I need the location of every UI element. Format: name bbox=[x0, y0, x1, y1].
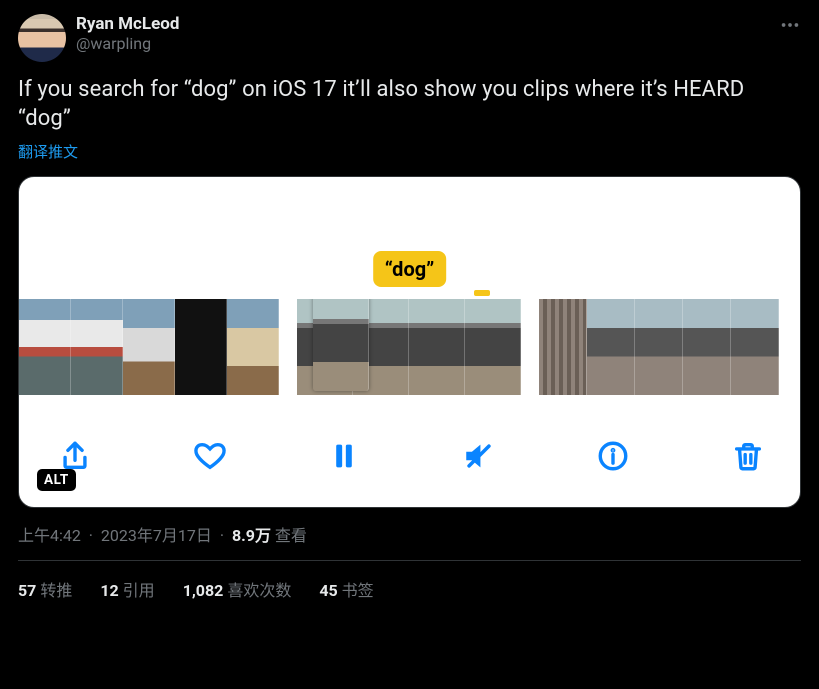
clip-group-3[interactable] bbox=[539, 299, 779, 395]
post-time[interactable]: 上午4:42 bbox=[18, 526, 81, 545]
tweet-header: Ryan McLeod @warpling bbox=[18, 14, 801, 62]
alt-badge[interactable]: ALT bbox=[37, 469, 76, 491]
media-card[interactable]: “dog” bbox=[18, 176, 801, 508]
media-toolbar bbox=[19, 427, 800, 485]
user-block[interactable]: Ryan McLeod @warpling bbox=[76, 14, 801, 53]
post-date[interactable]: 2023年7月17日 bbox=[101, 526, 212, 545]
clip-group-2[interactable] bbox=[297, 299, 521, 395]
meta-row: 上午4:42 · 2023年7月17日 · 8.9万 查看 bbox=[18, 522, 801, 546]
mute-icon[interactable] bbox=[459, 436, 499, 476]
views-count: 8.9万 bbox=[232, 526, 271, 545]
media-whitespace bbox=[19, 177, 800, 261]
pause-icon[interactable] bbox=[324, 436, 364, 476]
stats-row: 57 转推 12 引用 1,082 喜欢次数 45 书签 bbox=[18, 561, 801, 601]
stat-retweets[interactable]: 57 转推 bbox=[18, 577, 72, 601]
stat-quotes[interactable]: 12 引用 bbox=[100, 577, 154, 601]
timeline-marker bbox=[474, 290, 490, 296]
playhead[interactable] bbox=[313, 299, 369, 391]
tweet-text: If you search for “dog” on iOS 17 it’ll … bbox=[18, 76, 801, 133]
info-icon[interactable] bbox=[593, 436, 633, 476]
avatar[interactable] bbox=[18, 14, 66, 62]
clip-timeline[interactable] bbox=[19, 299, 800, 395]
handle: @warpling bbox=[76, 34, 801, 53]
views-label: 查看 bbox=[275, 526, 307, 545]
caption-label: “dog” bbox=[373, 251, 447, 287]
translate-link[interactable]: 翻译推文 bbox=[18, 141, 801, 162]
heart-icon[interactable] bbox=[190, 436, 230, 476]
tweet-container: Ryan McLeod @warpling If you search for … bbox=[0, 0, 819, 611]
clip-group-1[interactable] bbox=[19, 299, 279, 395]
trash-icon[interactable] bbox=[728, 436, 768, 476]
more-icon[interactable] bbox=[779, 14, 801, 40]
display-name: Ryan McLeod bbox=[76, 14, 801, 34]
stat-bookmarks[interactable]: 45 书签 bbox=[319, 577, 373, 601]
stat-likes[interactable]: 1,082 喜欢次数 bbox=[183, 577, 292, 601]
